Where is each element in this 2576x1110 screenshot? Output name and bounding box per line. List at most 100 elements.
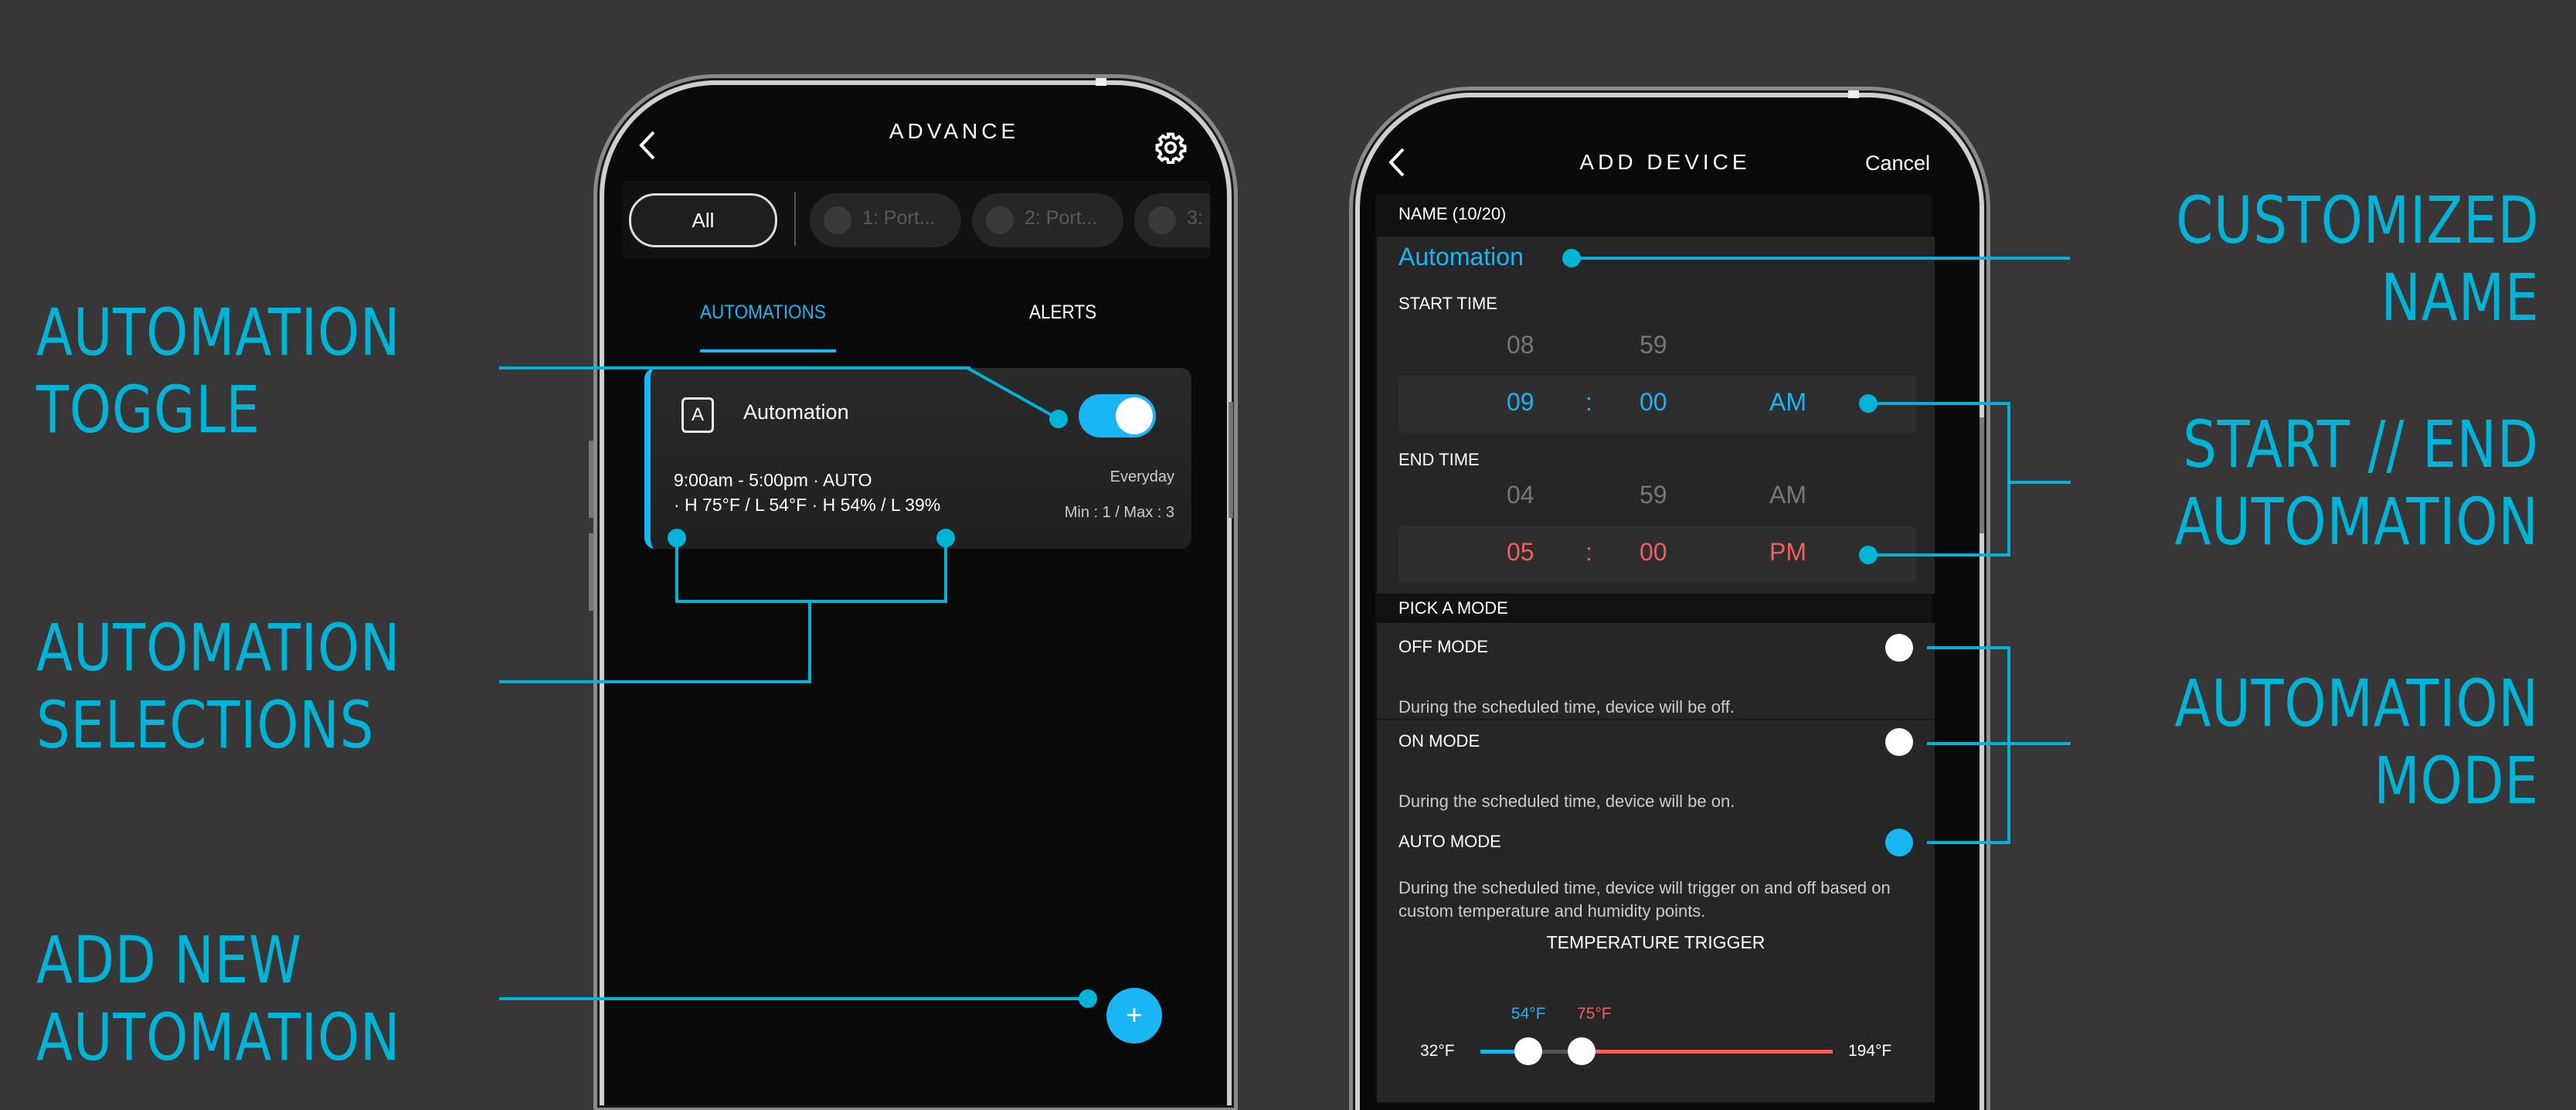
callout-line-2: AUTOMATION [36,999,401,1075]
callout-line-2: NAME [2381,260,2539,335]
callout-connector [944,541,947,603]
slider-high-handle[interactable] [1568,1037,1596,1065]
callout-line-2: MODE [2374,743,2539,819]
callout-connector [499,366,970,369]
automation-range: Min : 1 / Max : 3 [1064,504,1174,521]
phone-side-button [1980,417,1984,533]
callout-dot [1049,410,1068,428]
callout-connector [2007,646,2010,844]
slider-high-segment [1574,1050,1833,1054]
callout-connector [2007,481,2071,484]
automation-toggle[interactable] [1079,394,1156,438]
callout-automation-mode: AUTOMATION MODE [2175,665,2539,819]
phone-side-button [589,533,593,611]
phone-side-button [589,441,593,518]
temperature-trigger-title: TEMPERATURE TRIGGER [1546,932,1765,952]
automation-card[interactable]: A Automation 9:00am - 5:00pm · AUTO · H … [644,368,1191,549]
start-period[interactable]: AM [1769,388,1806,417]
start-time-label: START TIME [1398,294,1497,313]
active-tab-indicator [700,349,836,352]
callout-automation-toggle: AUTOMATION TOGGLE [36,294,400,448]
cancel-button[interactable]: Cancel [1865,152,1930,175]
callout-add-new-automation: ADD NEW AUTOMATION [36,921,400,1076]
filter-device-3[interactable]: 3: P [1134,193,1210,247]
slider-low-handle[interactable] [1514,1037,1542,1065]
start-separator: : [1585,388,1592,416]
mode-description: During the scheduled time, device will b… [1398,697,1735,717]
callout-connector [675,600,947,603]
tab-automations[interactable]: AUTOMATIONS [700,301,826,324]
start-minute-above: 59 [1640,331,1667,359]
back-icon[interactable] [638,130,657,161]
start-hour[interactable]: 09 [1507,388,1534,417]
automation-name: Automation [743,400,849,424]
end-period[interactable]: PM [1769,538,1806,567]
mode-radio-off[interactable] [1885,634,1913,662]
callout-customized-name: CUSTOMIZED NAME [2176,182,2539,336]
temp-min-label: 32°F [1420,1042,1455,1060]
automation-icon: A [681,397,714,433]
filter-device-2[interactable]: 2: Port... [972,193,1123,247]
fan-icon [986,206,1014,234]
callout-connector [1868,553,2010,557]
callout-line-2: TOGGLE [36,372,260,448]
end-minute-above: 59 [1640,481,1667,509]
filter-divider [794,192,796,246]
phone-sensor [1096,78,1106,86]
callout-connector [1927,742,2071,745]
filter-device-1[interactable]: 1: Port... [810,193,961,247]
callout-line-1: AUTOMATION [36,295,401,370]
mode-divider [1377,719,1935,720]
callout-start-end-automation: START // END AUTOMATION [2175,406,2539,560]
callout-connector [2007,402,2010,557]
callout-automation-selections: AUTOMATION SELECTIONS [36,609,400,764]
phone-sensor [1848,90,1859,98]
callout-dot [1079,989,1097,1008]
callout-connector [808,600,811,683]
callout-connector [1572,257,2070,260]
mode-radio-auto[interactable] [1885,829,1913,856]
name-label: NAME (10/20) [1398,204,1507,223]
callout-line-1: START // END [2183,407,2539,482]
name-input[interactable]: Automation [1398,243,1524,271]
automation-triggers: · H 75°F / L 54°F · H 54% / L 39% [674,495,941,515]
callout-line-2: AUTOMATION [2174,484,2539,560]
page-title: ADD DEVICE [1579,150,1751,174]
back-icon[interactable] [1388,147,1406,178]
callout-connector [675,541,678,603]
start-hour-above: 08 [1507,331,1534,359]
slider-low-value: 54°F [1511,1005,1546,1023]
callout-connector [1868,402,2010,405]
mode-radio-on[interactable] [1885,728,1913,756]
phone-side-button [1229,402,1233,518]
mode-label: OFF MODE [1398,637,1489,656]
device-icon [824,206,851,234]
end-hour[interactable]: 05 [1507,538,1534,567]
device-filter-bar: All 1: Port... 2: Port... 3: P [623,181,1210,258]
gear-icon[interactable] [1154,131,1187,165]
mode-description: During the scheduled time, device will t… [1398,878,1891,921]
pick-mode-label: PICK A MODE [1398,598,1508,618]
add-automation-button[interactable]: + [1106,988,1162,1044]
start-minute[interactable]: 00 [1640,388,1667,417]
end-hour-above: 04 [1507,481,1534,509]
callout-connector [499,680,811,683]
mode-description: During the scheduled time, device will b… [1398,792,1735,811]
mode-label: ON MODE [1398,731,1480,751]
callout-line-1: ADD NEW [36,922,302,998]
automation-schedule: 9:00am - 5:00pm · AUTO [674,470,872,490]
mode-panel [1377,623,1935,1102]
tab-alerts[interactable]: ALERTS [1029,301,1096,324]
end-time-label: END TIME [1398,450,1480,469]
end-separator: : [1585,538,1592,566]
filter-all[interactable]: All [629,193,777,247]
mode-label: AUTO MODE [1398,832,1501,851]
end-minute[interactable]: 00 [1640,538,1667,567]
slider-high-value: 75°F [1577,1005,1612,1023]
temperature-slider[interactable]: 54°F 75°F [1480,1005,1833,1067]
callout-line-1: AUTOMATION [36,610,401,686]
toggle-knob [1116,397,1153,434]
callout-connector [1927,646,2010,649]
fan-icon [1148,206,1176,234]
callout-connector [499,997,1085,1000]
